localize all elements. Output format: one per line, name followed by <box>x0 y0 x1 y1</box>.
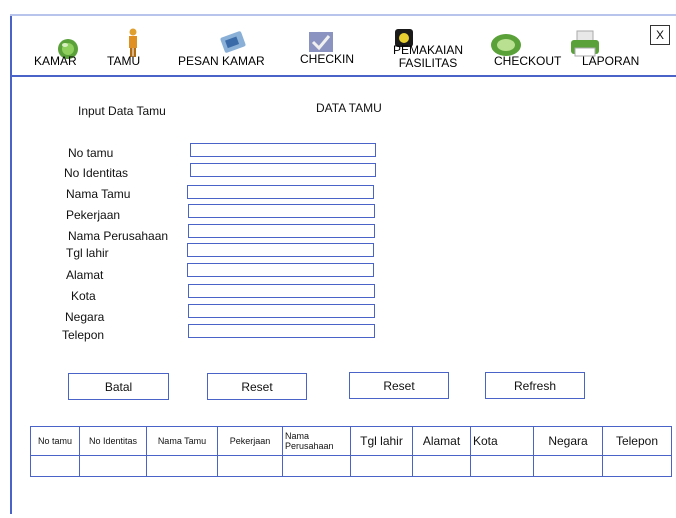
toolbar-item-pesan-kamar-label: PESAN KAMAR <box>178 54 265 68</box>
col-header: Telepon <box>602 426 672 456</box>
label-no-identitas: No Identitas <box>64 166 129 180</box>
toolbar-item-kamar-label: KAMAR <box>34 54 77 68</box>
col-header: Kota <box>470 426 534 456</box>
toolbar-item-tamu-label: TAMU <box>107 54 141 68</box>
no-identitas-input[interactable] <box>190 163 376 177</box>
label-telepon: Telepon <box>62 328 105 342</box>
reset-button-2[interactable]: Reset <box>349 372 449 399</box>
window-top-border <box>10 14 676 16</box>
label-negara: Negara <box>65 310 105 324</box>
col-header: Pekerjaan <box>217 426 283 456</box>
nama-perusahaan-input[interactable] <box>188 224 375 238</box>
window-left-border <box>10 14 12 514</box>
table-row[interactable] <box>30 455 672 477</box>
pekerjaan-input[interactable] <box>188 204 375 218</box>
toolbar-divider <box>10 75 676 77</box>
tgl-lahir-input[interactable] <box>187 243 374 257</box>
toolbar-item-checkout-label: CHECKOUT <box>494 54 562 68</box>
kota-input[interactable] <box>188 284 375 298</box>
table-cell[interactable] <box>412 455 471 477</box>
col-header: No Identitas <box>79 426 147 456</box>
close-button[interactable]: X <box>650 25 670 45</box>
batal-button[interactable]: Batal <box>68 373 169 400</box>
toolbar-item-checkin-label: CHECKIN <box>300 52 355 66</box>
reset-button[interactable]: Reset <box>207 373 307 400</box>
col-header: Alamat <box>412 426 471 456</box>
label-tgl-lahir: Tgl lahir <box>66 246 109 260</box>
toolbar-item-laporan-label: LAPORAN <box>582 54 640 68</box>
table-header-row: No tamu No Identitas Nama Tamu Pekerjaan… <box>30 426 672 456</box>
toolbar-item-pemakaian-fasilitas-label: PEMAKAIAN FASILITAS <box>392 43 464 70</box>
label-no-tamu: No tamu <box>68 146 114 160</box>
label-alamat: Alamat <box>66 268 104 282</box>
col-header: Tgl lahir <box>350 426 413 456</box>
table-cell[interactable] <box>533 455 603 477</box>
label-pekerjaan: Pekerjaan <box>66 208 121 222</box>
toolbar-item-laporan[interactable]: LAPORAN <box>568 28 648 70</box>
checkin-icon <box>309 32 333 52</box>
telepon-input[interactable] <box>188 324 375 338</box>
toolbar-item-kamar[interactable]: KAMAR <box>30 30 90 70</box>
col-header: Nama Tamu <box>146 426 218 456</box>
toolbar-item-pesan-kamar[interactable]: PESAN KAMAR <box>170 28 275 70</box>
table-cell[interactable] <box>217 455 283 477</box>
form-heading: Input Data Tamu <box>78 104 166 118</box>
label-nama-tamu: Nama Tamu <box>66 187 131 201</box>
toolbar-item-pemakaian-fasilitas[interactable]: PEMAKAIAN FASILITAS <box>384 20 474 72</box>
table-cell[interactable] <box>602 455 672 477</box>
alamat-input[interactable] <box>187 263 374 277</box>
negara-input[interactable] <box>188 304 375 318</box>
data-tamu-table: No tamu No Identitas Nama Tamu Pekerjaan… <box>30 426 672 477</box>
label-nama-perusahaan: Nama Perusahaan <box>68 229 169 243</box>
label-kota: Kota <box>71 289 96 303</box>
table-cell[interactable] <box>79 455 147 477</box>
col-header: No tamu <box>30 426 80 456</box>
no-tamu-input[interactable] <box>190 143 376 157</box>
phone-booking-icon <box>220 31 246 53</box>
toolbar-item-checkout[interactable]: CHECKOUT <box>488 30 568 70</box>
table-cell[interactable] <box>146 455 218 477</box>
toolbar-item-checkin[interactable]: CHECKIN <box>296 28 366 70</box>
refresh-button[interactable]: Refresh <box>485 372 585 399</box>
nama-tamu-input[interactable] <box>187 185 374 199</box>
table-title: DATA TAMU <box>316 101 382 115</box>
table-cell[interactable] <box>282 455 351 477</box>
col-header: Nama Perusahaan <box>282 426 351 456</box>
toolbar-item-tamu[interactable]: TAMU <box>98 28 148 70</box>
col-header: Negara <box>533 426 603 456</box>
table-cell[interactable] <box>350 455 413 477</box>
table-cell[interactable] <box>30 455 80 477</box>
table-cell[interactable] <box>470 455 534 477</box>
